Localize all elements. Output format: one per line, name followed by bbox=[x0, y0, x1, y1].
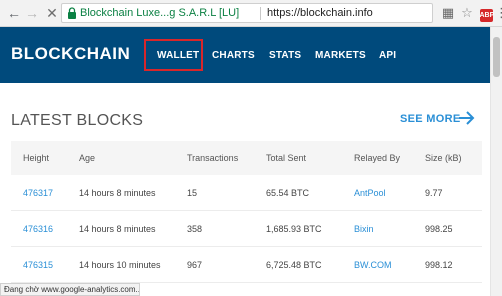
block-age: 14 hours 8 minutes bbox=[79, 188, 156, 198]
url-text[interactable]: https://blockchain.info bbox=[267, 6, 373, 21]
arrow-right-icon[interactable] bbox=[458, 110, 476, 126]
bookmark-star-icon[interactable]: ☆ bbox=[459, 5, 475, 21]
relayed-by-link[interactable]: BW.COM bbox=[354, 260, 392, 270]
block-transactions: 15 bbox=[187, 188, 198, 198]
block-size: 998.25 bbox=[425, 224, 453, 234]
see-more-link[interactable]: SEE MORE bbox=[400, 113, 460, 125]
block-height-link[interactable]: 476316 bbox=[23, 224, 53, 234]
relayed-by-link[interactable]: Bixin bbox=[354, 224, 374, 234]
block-total-sent: 6,725.48 BTC bbox=[266, 260, 322, 270]
site-identity: Blockchain Luxe...g S.A.R.L [LU] bbox=[80, 7, 240, 19]
forward-arrow-icon[interactable]: → bbox=[24, 5, 40, 21]
column-transactions: Transactions bbox=[187, 153, 239, 163]
block-transactions: 358 bbox=[187, 224, 203, 234]
block-age: 14 hours 8 minutes bbox=[79, 224, 156, 234]
block-height-link[interactable]: 476317 bbox=[23, 188, 53, 198]
omnibox-divider bbox=[260, 7, 261, 20]
nav-api[interactable]: API bbox=[379, 50, 396, 61]
column-relayed-by: Relayed By bbox=[354, 153, 401, 163]
site-header: BLOCKCHAIN WALLET CHARTS STATS MARKETS A… bbox=[0, 27, 490, 83]
adblock-extension-icon[interactable]: ABP bbox=[478, 5, 494, 22]
browser-toolbar: ← → ✕ Blockchain Luxe...g S.A.R.L [LU] h… bbox=[0, 0, 502, 27]
page-scrollbar[interactable] bbox=[490, 27, 502, 296]
scrollbar-thumb[interactable] bbox=[493, 37, 500, 77]
address-bar[interactable]: Blockchain Luxe...g S.A.R.L [LU] https:/… bbox=[61, 3, 433, 23]
block-transactions: 967 bbox=[187, 260, 203, 270]
page-title: LATEST BLOCKS bbox=[11, 112, 144, 129]
block-size: 998.12 bbox=[425, 260, 453, 270]
table-row: 476317 14 hours 8 minutes 15 65.54 BTC A… bbox=[11, 175, 482, 211]
logo[interactable]: BLOCKCHAIN bbox=[11, 44, 130, 64]
table-row: 476316 14 hours 8 minutes 358 1,685.93 B… bbox=[11, 211, 482, 247]
nav-charts[interactable]: CHARTS bbox=[212, 50, 255, 61]
nav-stats[interactable]: STATS bbox=[269, 50, 301, 61]
browser-menu-icon[interactable]: ⋮ bbox=[495, 5, 502, 21]
column-total-sent: Total Sent bbox=[266, 153, 307, 163]
browser-status-bar: Đang chờ www.google-analytics.com... bbox=[0, 283, 140, 296]
column-age: Age bbox=[79, 153, 96, 163]
back-arrow-icon[interactable]: ← bbox=[6, 5, 22, 21]
block-total-sent: 65.54 BTC bbox=[266, 188, 310, 198]
adblock-badge: ABP bbox=[479, 9, 494, 22]
translate-icon[interactable]: ▦ bbox=[440, 5, 456, 21]
wallet-highlight-box bbox=[144, 39, 203, 71]
lock-icon bbox=[68, 7, 76, 19]
table-row: 476315 14 hours 10 minutes 967 6,725.48 … bbox=[11, 247, 482, 283]
column-size: Size (kB) bbox=[425, 153, 462, 163]
block-size: 9.77 bbox=[425, 188, 443, 198]
relayed-by-link[interactable]: AntPool bbox=[354, 188, 386, 198]
column-height: Height bbox=[23, 153, 50, 163]
block-age: 14 hours 10 minutes bbox=[79, 260, 161, 270]
block-total-sent: 1,685.93 BTC bbox=[266, 224, 322, 234]
reload-icon[interactable]: ✕ bbox=[44, 5, 60, 21]
table-header: Height Age Transactions Total Sent Relay… bbox=[11, 141, 482, 175]
block-height-link[interactable]: 476315 bbox=[23, 260, 53, 270]
nav-markets[interactable]: MARKETS bbox=[315, 50, 366, 61]
